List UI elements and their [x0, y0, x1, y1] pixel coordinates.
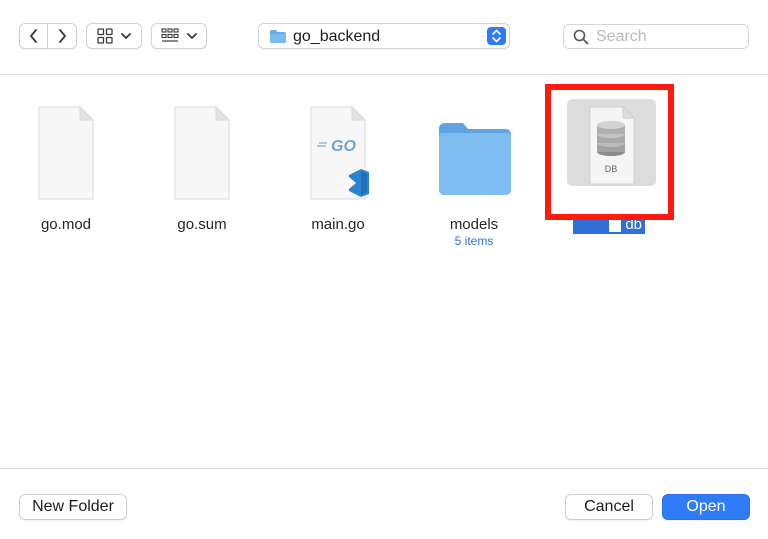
go-file-icon: GO — [310, 105, 369, 200]
cancel-button[interactable]: Cancel — [565, 494, 653, 520]
group-view-button[interactable] — [151, 23, 207, 49]
back-button[interactable] — [19, 23, 48, 49]
search-icon — [573, 29, 589, 45]
chevron-left-icon — [29, 29, 37, 43]
chevron-down-icon — [187, 33, 197, 39]
grid-view-icon — [97, 28, 113, 44]
toolbar: go_backend — [0, 0, 768, 75]
bottom-bar: New Folder Cancel Open — [0, 468, 768, 539]
file-item-models[interactable]: models 5 items — [419, 99, 529, 248]
text-cursor — [609, 218, 621, 232]
search-field[interactable] — [563, 24, 749, 49]
location-stepper[interactable] — [487, 27, 506, 45]
location-popup[interactable]: go_backend — [258, 23, 510, 49]
file-name: models — [449, 216, 499, 233]
icon-view-button[interactable] — [86, 23, 142, 49]
folder-icon — [270, 30, 286, 43]
search-input[interactable] — [596, 26, 744, 47]
new-folder-button[interactable]: New Folder — [19, 494, 127, 520]
up-down-chevron-icon — [492, 29, 501, 43]
forward-button[interactable] — [48, 23, 77, 49]
chevron-right-icon — [59, 29, 66, 43]
folder-icon — [439, 123, 511, 195]
file-name: go.mod — [40, 216, 92, 233]
go-badge-text: GO — [331, 138, 356, 155]
document-icon — [174, 105, 231, 200]
chevron-down-icon — [121, 33, 131, 39]
file-name: go.sum — [177, 216, 227, 233]
item-count: 5 items — [454, 234, 494, 248]
location-label: go_backend — [293, 28, 381, 45]
file-name: main.go — [311, 216, 365, 233]
file-item-go-mod[interactable]: go.mod — [11, 99, 121, 239]
file-browser: go.mod go.sum GO main.go models 5 items … — [0, 75, 768, 468]
document-icon — [38, 105, 95, 200]
group-grid-icon — [161, 28, 179, 42]
file-item-go-sum[interactable]: go.sum — [147, 99, 257, 239]
open-button[interactable]: Open — [662, 494, 750, 520]
annotation-highlight-box — [545, 84, 674, 220]
file-item-main-go[interactable]: GO main.go — [283, 99, 393, 239]
